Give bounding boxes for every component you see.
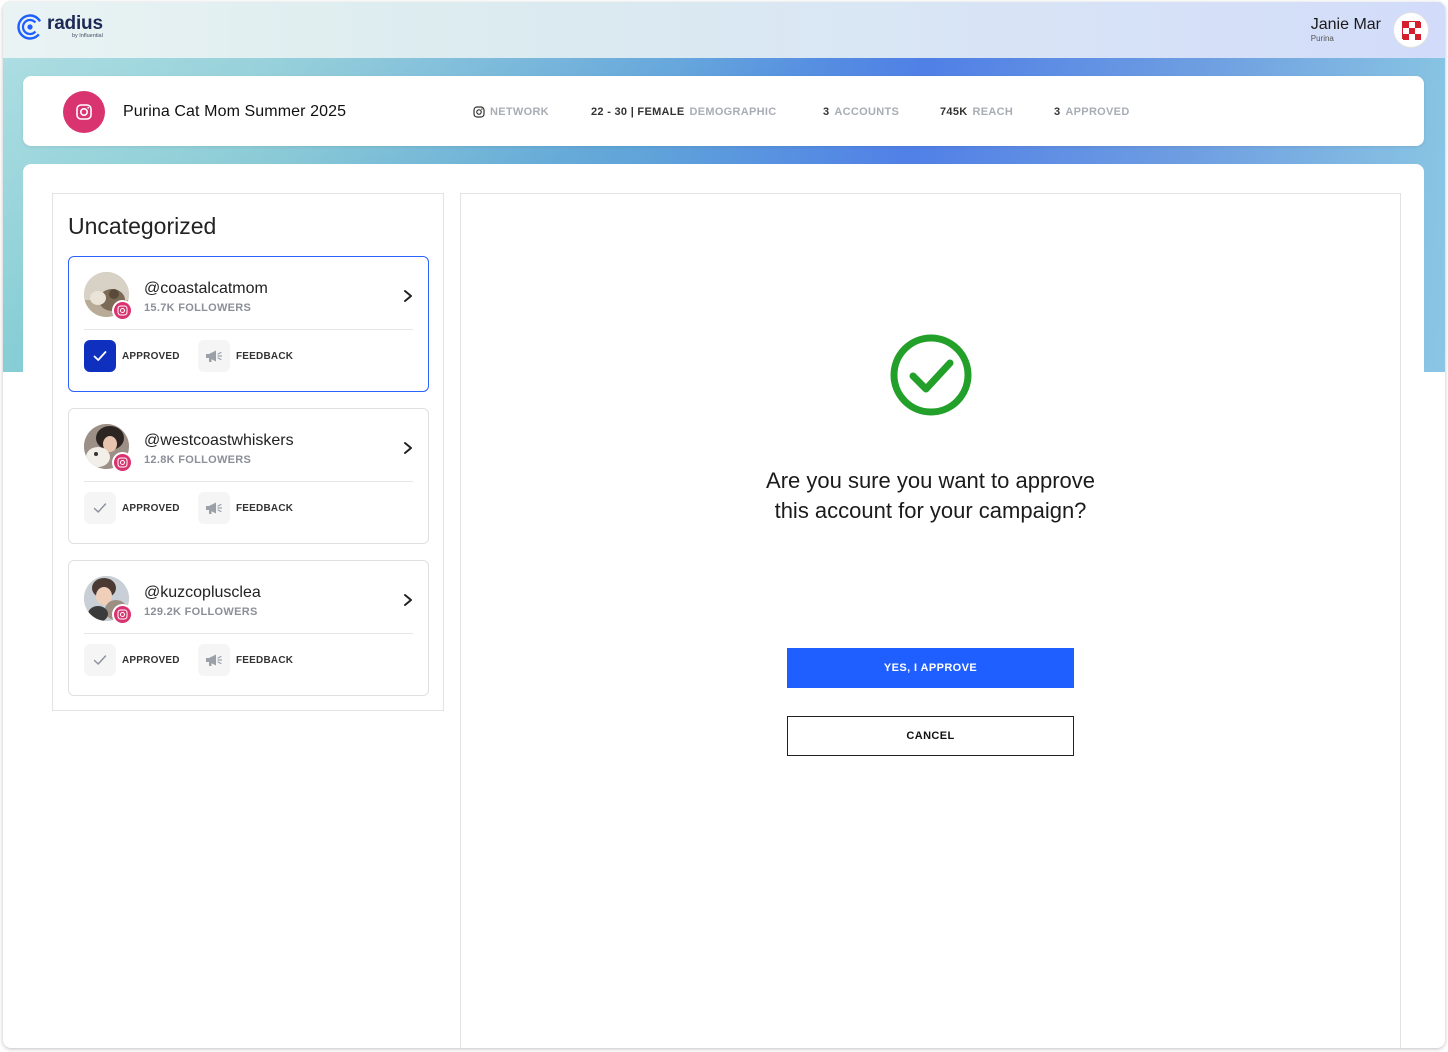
user-name: Janie Mar [1310, 16, 1381, 33]
approved-toggle[interactable]: APPROVED [84, 644, 180, 676]
account-card-coastalcatmom[interactable]: @coastalcatmom 15.7K FOLLOWERS APPROVED [68, 256, 429, 392]
approved-toggle[interactable]: APPROVED [84, 340, 180, 372]
approved-label: APPROVED [122, 502, 180, 514]
account-handle: @coastalcatmom [144, 280, 268, 297]
stat-reach: 745K REACH [940, 106, 1013, 118]
stat-network-label: NETWORK [490, 106, 549, 118]
stat-accounts: 3 ACCOUNTS [823, 106, 899, 118]
cancel-button[interactable]: CANCEL [787, 716, 1074, 756]
stat-reach-label: REACH [972, 106, 1014, 118]
avatar[interactable] [1393, 12, 1429, 48]
stat-demographic-label: DEMOGRAPHIC [689, 106, 777, 118]
app-window: radius by Influential Janie Mar Purina P… [3, 2, 1445, 1048]
megaphone-icon [198, 340, 230, 372]
radius-logo-icon [17, 14, 43, 40]
stat-reach-value: 745K [940, 106, 968, 118]
stat-network: NETWORK [473, 106, 549, 118]
approve-button[interactable]: YES, I APPROVE [787, 648, 1074, 688]
checkmark-icon [84, 340, 116, 372]
instagram-icon [63, 91, 105, 133]
stat-accounts-label: ACCOUNTS [834, 106, 900, 118]
top-nav: radius by Influential Janie Mar Purina [3, 2, 1445, 58]
brand-logo[interactable]: radius by Influential [17, 14, 103, 40]
account-followers: 129.2K FOLLOWERS [144, 606, 258, 618]
divider [84, 329, 413, 330]
instagram-icon [112, 452, 133, 473]
account-handle: @westcoastwhiskers [144, 432, 294, 449]
account-card-kuzcoplusclea[interactable]: @kuzcoplusclea 129.2K FOLLOWERS APPROVED [68, 560, 429, 696]
divider [84, 481, 413, 482]
stat-approved: 3 APPROVED [1054, 106, 1130, 118]
account-followers: 15.7K FOLLOWERS [144, 302, 252, 314]
approved-label: APPROVED [122, 350, 180, 362]
feedback-label: FEEDBACK [236, 350, 294, 362]
purina-checkerboard-icon [1402, 21, 1421, 40]
stat-demographic: 22 - 30 | FEMALE DEMOGRAPHIC [591, 106, 777, 118]
account-list-panel: Uncategorized @coastalcatmom 15.7K FOLLO… [52, 193, 444, 711]
campaign-title: Purina Cat Mom Summer 2025 [123, 103, 347, 120]
feedback-button[interactable]: FEEDBACK [198, 644, 293, 676]
stat-demographic-value: 22 - 30 | FEMALE [591, 106, 685, 118]
approved-label: APPROVED [122, 654, 180, 666]
instagram-icon [473, 106, 485, 118]
chevron-right-icon[interactable] [402, 289, 414, 303]
confirmation-line-1: Are you sure you want to approve [766, 468, 1095, 493]
panel-title: Uncategorized [68, 213, 217, 239]
confirmation-line-2: this account for your campaign? [774, 498, 1087, 523]
instagram-icon [112, 300, 133, 321]
feedback-label: FEEDBACK [236, 502, 294, 514]
account-card-westcoastwhiskers[interactable]: @westcoastwhiskers 12.8K FOLLOWERS APPRO… [68, 408, 429, 544]
feedback-button[interactable]: FEEDBACK [198, 492, 293, 524]
campaign-summary-bar: Purina Cat Mom Summer 2025 NETWORK 22 - … [23, 76, 1424, 146]
feedback-label: FEEDBACK [236, 654, 294, 666]
chevron-right-icon[interactable] [402, 441, 414, 455]
user-menu[interactable]: Janie Mar Purina [1311, 12, 1429, 48]
stat-approved-label: APPROVED [1065, 106, 1130, 118]
divider [84, 633, 413, 634]
approval-confirmation-panel: Are you sure you want to approve this ac… [460, 193, 1401, 1048]
checkmark-icon [84, 492, 116, 524]
success-check-circle-icon [890, 334, 972, 416]
megaphone-icon [198, 644, 230, 676]
stat-approved-value: 3 [1054, 106, 1061, 118]
approved-toggle[interactable]: APPROVED [84, 492, 180, 524]
checkmark-icon [84, 644, 116, 676]
instagram-icon [112, 604, 133, 625]
account-handle: @kuzcoplusclea [144, 584, 261, 601]
brand-sub: by Influential [71, 33, 103, 40]
chevron-right-icon[interactable] [402, 593, 414, 607]
confirmation-message: Are you sure you want to approve this ac… [461, 466, 1400, 526]
stat-accounts-value: 3 [823, 106, 830, 118]
feedback-button[interactable]: FEEDBACK [198, 340, 293, 372]
account-followers: 12.8K FOLLOWERS [144, 454, 252, 466]
megaphone-icon [198, 492, 230, 524]
brand-name: radius [47, 13, 103, 35]
user-org: Purina [1310, 34, 1334, 43]
main-content: Uncategorized @coastalcatmom 15.7K FOLLO… [23, 164, 1424, 1048]
